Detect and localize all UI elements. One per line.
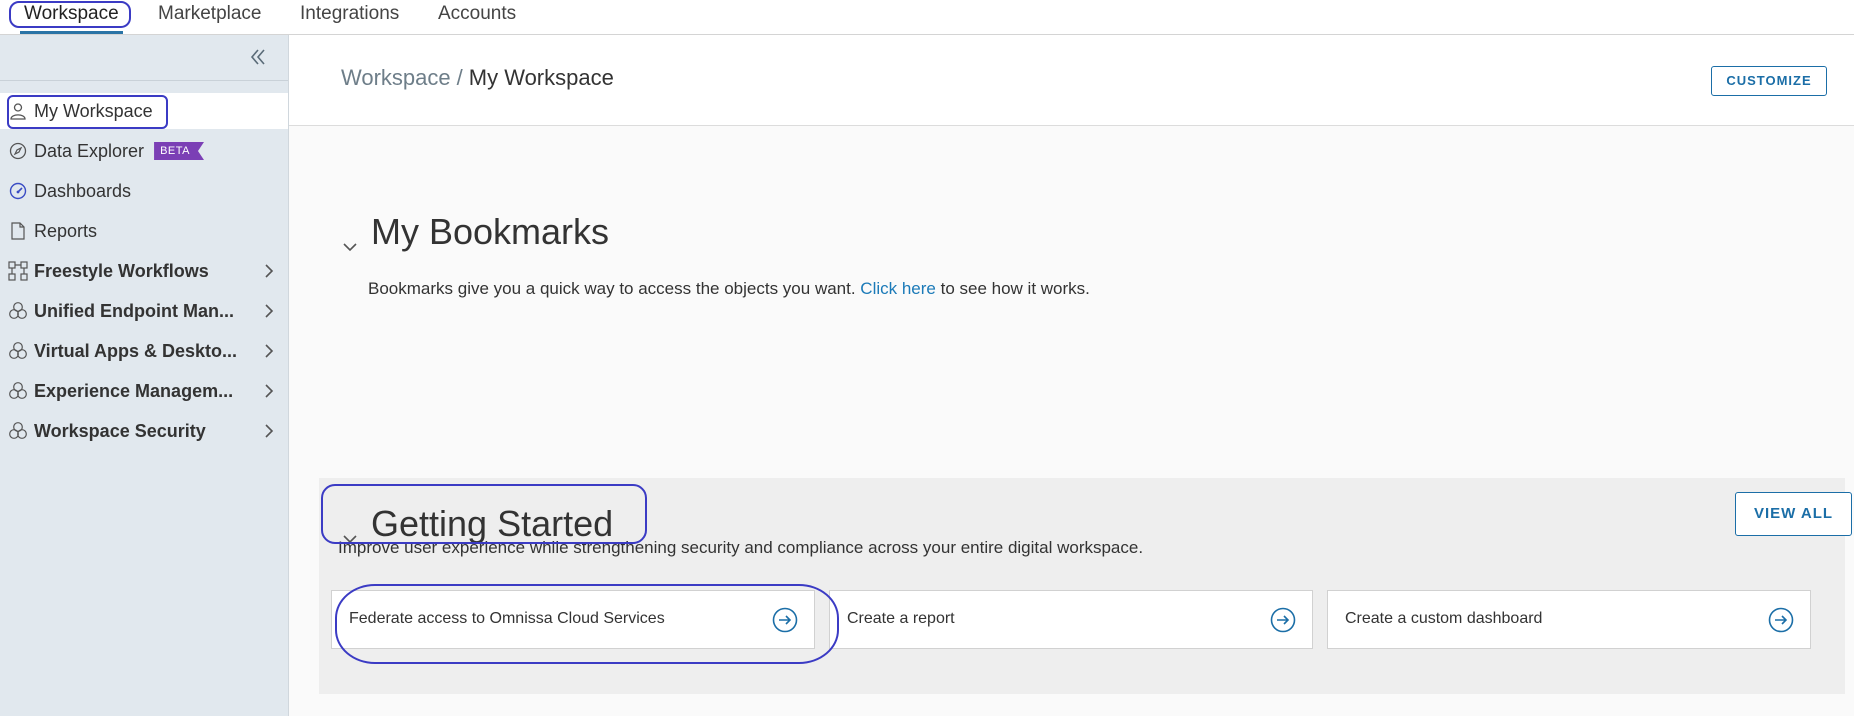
product-circles-icon: [8, 301, 28, 321]
card-title: Create a custom dashboard: [1345, 610, 1543, 627]
user-icon: [8, 101, 28, 121]
click-here-link[interactable]: Click here: [860, 279, 936, 298]
card-title: Create a report: [847, 610, 955, 627]
bookmarks-description: Bookmarks give you a quick way to access…: [368, 279, 1090, 299]
bookmarks-section-header[interactable]: My Bookmarks: [341, 211, 609, 253]
sidebar-item-virtual-apps-desktops[interactable]: Virtual Apps & Deskto...: [0, 333, 288, 369]
chevron-right-icon[interactable]: [262, 383, 276, 399]
sidebar-item-reports[interactable]: Reports: [0, 213, 288, 249]
page-title: My Workspace: [468, 65, 614, 90]
beta-badge: BETA: [154, 142, 204, 160]
tab-accounts[interactable]: Accounts: [438, 0, 516, 27]
main-content: Workspace / My Workspace CUSTOMIZE My Book…: [289, 35, 1854, 716]
sidebar-item-label: Unified Endpoint Man...: [34, 300, 234, 321]
sidebar-item-label: My Workspace: [34, 100, 153, 121]
top-nav: Workspace Marketplace Integrations Accou…: [0, 0, 1854, 35]
chevron-right-icon[interactable]: [262, 343, 276, 359]
sidebar-item-label: Virtual Apps & Deskto...: [34, 340, 238, 361]
product-circles-icon: [8, 381, 28, 401]
active-tab-indicator: [20, 31, 123, 34]
product-circles-icon: [8, 421, 28, 441]
tab-workspace[interactable]: Workspace: [24, 0, 119, 27]
breadcrumb: Workspace / My Workspace: [341, 65, 614, 91]
sidebar-item-freestyle-workflows[interactable]: Freestyle Workflows: [0, 253, 288, 289]
sidebar-item-experience-management[interactable]: Experience Managem...: [0, 373, 288, 409]
sidebar-item-label: Reports: [34, 220, 98, 241]
compass-icon: [8, 141, 28, 161]
tab-marketplace[interactable]: Marketplace: [158, 0, 262, 27]
card-create-report[interactable]: Create a report: [829, 590, 1313, 649]
sidebar-item-label: Dashboards: [34, 180, 132, 201]
breadcrumb-separator: /: [456, 65, 463, 90]
chevron-down-icon[interactable]: [341, 515, 359, 544]
breadcrumb-root-link[interactable]: Workspace: [341, 65, 451, 90]
workflow-icon: [8, 261, 28, 281]
sidebar-item-label: Freestyle Workflows: [34, 260, 209, 281]
chevron-right-icon[interactable]: [262, 423, 276, 439]
chevron-down-icon[interactable]: [341, 223, 359, 252]
getting-started-section-header[interactable]: Getting Started: [341, 503, 613, 545]
product-circles-icon: [8, 341, 28, 361]
page-header: Workspace / My Workspace CUSTOMIZE: [289, 35, 1854, 126]
bookmarks-title: My Bookmarks: [371, 211, 610, 252]
arrow-right-circle-icon[interactable]: [772, 607, 798, 633]
sidebar-item-label: Data Explorer: [34, 140, 145, 161]
sidebar-item-unified-endpoint-management[interactable]: Unified Endpoint Man...: [0, 293, 288, 329]
sidebar-item-dashboards[interactable]: Dashboards: [0, 173, 288, 209]
arrow-right-circle-icon[interactable]: [1270, 607, 1296, 633]
sidebar-item-label: Workspace Security: [34, 420, 206, 441]
chevron-right-icon[interactable]: [262, 263, 276, 279]
document-icon: [8, 221, 28, 241]
bookmarks-desc-after: to see how it works.: [935, 279, 1090, 298]
card-create-custom-dashboard[interactable]: Create a custom dashboard: [1327, 590, 1811, 649]
sidebar-item-data-explorer[interactable]: Data Explorer BETA: [0, 133, 288, 169]
card-federate-access[interactable]: Federate access to Omnissa Cloud Service…: [331, 590, 815, 649]
customize-button[interactable]: CUSTOMIZE: [1711, 66, 1827, 96]
bookmarks-desc-before: Bookmarks give you a quick way to access…: [368, 279, 861, 298]
dashboard-gauge-icon: [8, 181, 28, 201]
arrow-right-circle-icon[interactable]: [1768, 607, 1794, 633]
sidebar-collapse-row: [0, 35, 288, 81]
tab-integrations[interactable]: Integrations: [300, 0, 399, 27]
card-title: Federate access to Omnissa Cloud Service…: [349, 610, 665, 627]
sidebar: My Workspace Data Explorer BETA Dashboar…: [0, 35, 289, 716]
getting-started-title: Getting Started: [371, 503, 614, 544]
chevron-right-icon[interactable]: [262, 303, 276, 319]
sidebar-item-label: Experience Managem...: [34, 380, 234, 401]
sidebar-item-my-workspace[interactable]: My Workspace: [0, 93, 288, 129]
double-chevron-left-icon[interactable]: [246, 45, 270, 69]
view-all-button[interactable]: VIEW ALL: [1735, 492, 1852, 536]
sidebar-item-workspace-security[interactable]: Workspace Security: [0, 413, 288, 449]
